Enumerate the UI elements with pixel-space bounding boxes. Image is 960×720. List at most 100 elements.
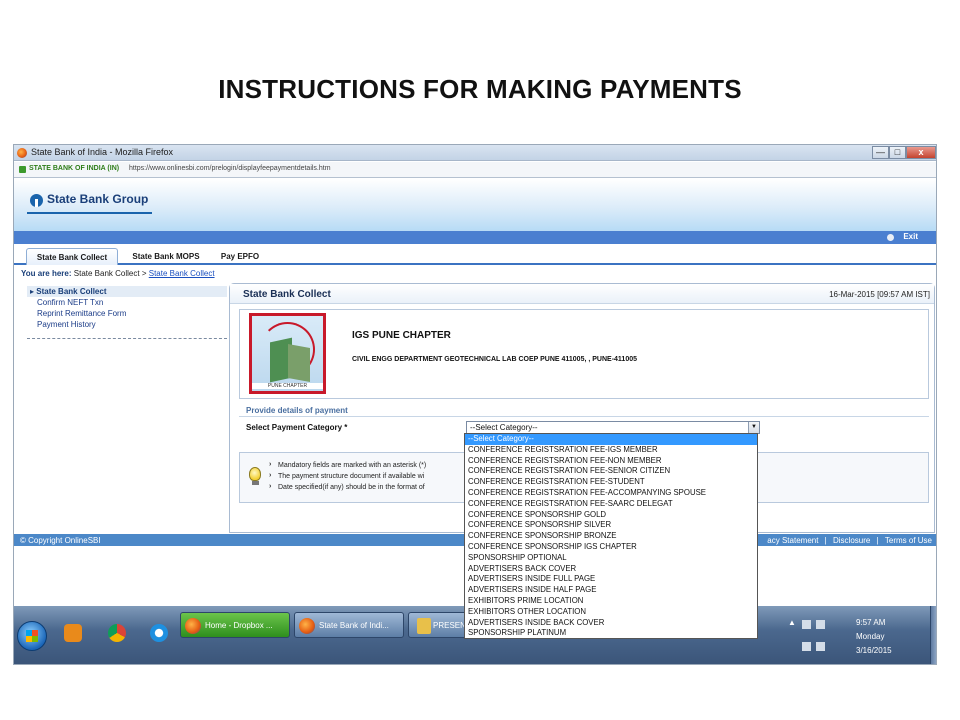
main-tabs: State Bank Collect State Bank MOPS Pay E… xyxy=(14,245,936,265)
note-item: Date specified(if any) should be in the … xyxy=(269,483,425,491)
window-controls: — □ x xyxy=(872,146,936,159)
institution-info: PUNE CHAPTER IGS PUNE CHAPTER CIVIL ENGG… xyxy=(239,309,929,399)
address-bar[interactable]: STATE BANK OF INDIA (IN) https://www.onl… xyxy=(14,162,936,178)
leftnav-heading[interactable]: ▸ State Bank Collect xyxy=(27,286,227,297)
nav-confirm-neft[interactable]: Confirm NEFT Txn xyxy=(27,297,227,308)
exit-icon[interactable] xyxy=(887,234,894,241)
dropdown-option[interactable]: SPONSORSHIP OPTIONAL xyxy=(465,553,757,564)
dropdown-option[interactable]: CONFERENCE REGISTSRATION FEE-STUDENT xyxy=(465,477,757,488)
dropdown-option[interactable]: SPONSORSHIP PLATINUM xyxy=(465,628,757,639)
task-label: Home - Dropbox ... xyxy=(205,621,273,630)
note-item: The payment structure document if availa… xyxy=(269,472,424,480)
system-tray: ▲ 9:57 AM Monday 3/16/2015 xyxy=(788,610,908,660)
chrome-pin[interactable] xyxy=(100,617,134,651)
footer-links: acy Statement | Disclosure | Terms of Us… xyxy=(763,536,932,545)
panel-datetime: 16-Mar-2015 [09:57 AM IST] xyxy=(829,290,930,299)
header-bar: Exit xyxy=(14,231,936,244)
volume-icon[interactable] xyxy=(816,642,825,651)
crest-building xyxy=(288,344,310,382)
footer-link-privacy[interactable]: acy Statement xyxy=(767,536,818,545)
panel-header: State Bank Collect 16-Mar-2015 [09:57 AM… xyxy=(230,284,934,304)
category-selected-value: --Select Category-- xyxy=(470,423,538,432)
section-divider xyxy=(239,416,929,417)
footer-separator: | xyxy=(824,536,827,545)
dropdown-option[interactable]: ADVERTISERS BACK COVER xyxy=(465,564,757,575)
dropdown-option[interactable]: CONFERENCE SPONSORSHIP IGS CHAPTER xyxy=(465,542,757,553)
tab-pay-epfo[interactable]: Pay EPFO xyxy=(210,248,270,265)
category-dropdown-list[interactable]: --Select Category-- CONFERENCE REGISTSRAT… xyxy=(464,433,758,639)
dropdown-option[interactable]: ADVERTISERS INSIDE HALF PAGE xyxy=(465,585,757,596)
breadcrumb: You are here: State Bank Collect > State… xyxy=(21,269,215,278)
dropdown-option[interactable]: --Select Category-- xyxy=(465,434,757,445)
window-title: State Bank of India - Mozilla Firefox xyxy=(31,147,174,157)
crest-label: PUNE CHAPTER xyxy=(252,383,323,389)
clock-time[interactable]: 9:57 AM xyxy=(856,618,885,627)
internet-explorer-icon xyxy=(150,624,168,642)
brand-name[interactable]: State Bank Group xyxy=(47,192,148,206)
url-text[interactable]: https://www.onlinesbi.com/prelogin/displ… xyxy=(129,165,331,172)
dropdown-option[interactable]: CONFERENCE SPONSORSHIP GOLD xyxy=(465,510,757,521)
task-firefox-sbi[interactable]: State Bank of Indi... xyxy=(294,612,404,638)
dropdown-option[interactable]: CONFERENCE REGISTSRATION FEE-SAARC DELEG… xyxy=(465,499,757,510)
firefox-icon xyxy=(185,618,201,634)
dropdown-option[interactable]: CONFERENCE REGISTSRATION FEE-ACCOMPANYIN… xyxy=(465,488,757,499)
section-title: Provide details of payment xyxy=(246,406,348,415)
footer-separator: | xyxy=(876,536,879,545)
breadcrumb-current: State Bank Collect > xyxy=(73,269,147,278)
lock-icon xyxy=(19,166,26,173)
folder-icon xyxy=(417,618,431,634)
battery-icon[interactable] xyxy=(816,620,825,629)
clock-day[interactable]: Monday xyxy=(856,632,884,641)
task-firefox-dropbox[interactable]: Home - Dropbox ... xyxy=(180,612,290,638)
firefox-icon xyxy=(17,148,27,158)
institution-address: CIVIL ENGG DEPARTMENT GEOTECHNICAL LAB C… xyxy=(352,356,638,363)
note-item: Mandatory fields are marked with an aste… xyxy=(269,461,426,469)
footer-link-terms[interactable]: Terms of Use xyxy=(885,536,932,545)
chevron-down-icon[interactable]: ▼ xyxy=(748,422,759,433)
leftnav-heading-label: State Bank Collect xyxy=(36,287,107,296)
slide-title: INSTRUCTIONS FOR MAKING PAYMENTS xyxy=(218,74,742,104)
dropdown-option[interactable]: CONFERENCE REGISTSRATION FEE-SENIOR CITI… xyxy=(465,466,757,477)
igs-crest-logo: PUNE CHAPTER xyxy=(249,313,326,394)
footer-link-disclosure[interactable]: Disclosure xyxy=(833,536,870,545)
brand-underline xyxy=(27,212,152,214)
left-nav: ▸ State Bank Collect Confirm NEFT Txn Re… xyxy=(27,286,227,339)
dropdown-option[interactable]: ADVERTISERS INSIDE FULL PAGE xyxy=(465,574,757,585)
lightbulb-icon xyxy=(249,467,261,481)
show-desktop-button[interactable] xyxy=(930,606,936,664)
ie-pin[interactable] xyxy=(142,617,176,651)
dropdown-option[interactable]: EXHIBITORS PRIME LOCATION xyxy=(465,596,757,607)
panel-title: State Bank Collect xyxy=(243,289,331,300)
nav-divider xyxy=(27,338,227,339)
media-player-pin[interactable] xyxy=(56,617,90,651)
network-icon[interactable] xyxy=(802,642,811,651)
close-button[interactable]: x xyxy=(906,146,936,159)
firefox-icon xyxy=(299,618,315,634)
dropdown-option[interactable]: ADVERTISERS INSIDE BACK COVER xyxy=(465,618,757,629)
minimize-button[interactable]: — xyxy=(872,146,889,159)
flag-icon[interactable] xyxy=(802,620,811,629)
nav-reprint-remittance[interactable]: Reprint Remittance Form xyxy=(27,308,227,319)
institution-name: IGS PUNE CHAPTER xyxy=(352,330,451,341)
dropdown-option[interactable]: CONFERENCE SPONSORSHIP BRONZE xyxy=(465,531,757,542)
dropdown-option[interactable]: CONFERENCE REGISTSRATION FEE-IGS MEMBER xyxy=(465,445,757,456)
tab-state-bank-mops[interactable]: State Bank MOPS xyxy=(126,248,206,265)
exit-link[interactable]: Exit xyxy=(903,232,918,241)
breadcrumb-prefix: You are here: xyxy=(21,269,72,278)
breadcrumb-link[interactable]: State Bank Collect xyxy=(149,269,215,278)
copyright-text: © Copyright OnlineSBI xyxy=(20,536,101,545)
tab-state-bank-collect[interactable]: State Bank Collect xyxy=(26,248,118,265)
sbi-logo-icon xyxy=(30,194,43,207)
nav-payment-history[interactable]: Payment History xyxy=(27,319,227,330)
clock-date[interactable]: 3/16/2015 xyxy=(856,646,892,655)
media-player-icon xyxy=(64,624,82,642)
dropdown-option[interactable]: EXHIBITORS OTHER LOCATION xyxy=(465,607,757,618)
lightbulb-base xyxy=(252,481,259,485)
dropdown-option[interactable]: CONFERENCE REGISTSRATION FEE-NON MEMBER xyxy=(465,456,757,467)
start-button[interactable] xyxy=(17,621,47,651)
dropdown-option[interactable]: CONFERENCE SPONSORSHIP SILVER xyxy=(465,520,757,531)
tray-expand-icon[interactable]: ▲ xyxy=(788,618,796,627)
site-identity[interactable]: STATE BANK OF INDIA (IN) xyxy=(29,165,119,172)
category-label: Select Payment Category * xyxy=(246,423,348,432)
maximize-button[interactable]: □ xyxy=(889,146,906,159)
